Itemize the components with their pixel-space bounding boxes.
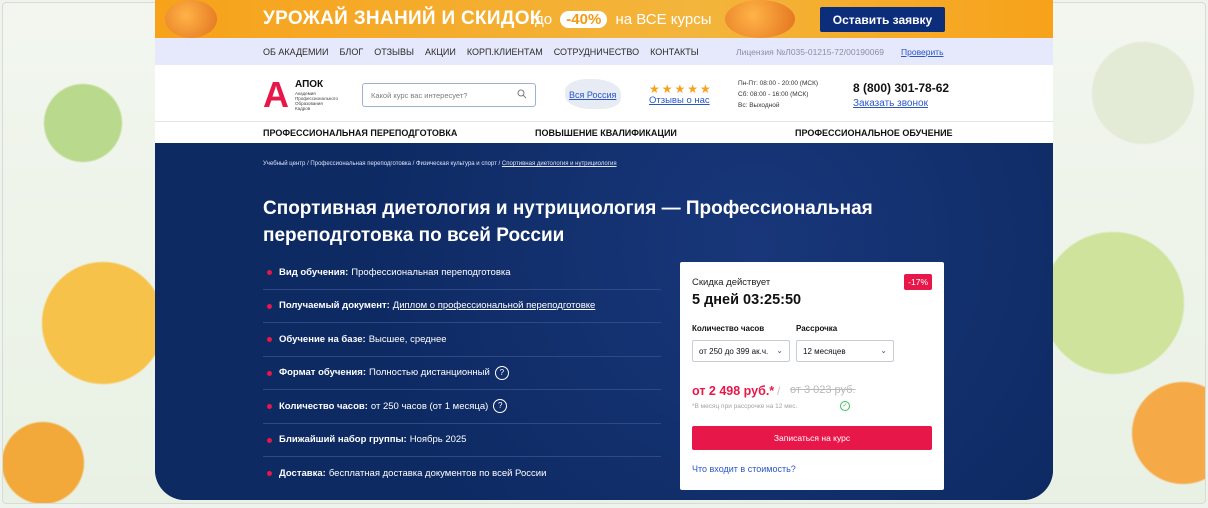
top-nav: ОБ АКАДЕМИИ БЛОГ ОТЗЫВЫ АКЦИИ КОРП.КЛИЕН… [155,38,1053,65]
feature-value: бесплатная доставка документов по всей Р… [328,468,547,480]
help-icon[interactable]: ? [494,365,509,380]
nav-blog[interactable]: БЛОГ [340,47,364,57]
feature-value: Ноябрь 2025 [409,434,467,446]
bullet-icon [267,370,272,376]
feature-item: Ближайший набор группы: Ноябрь 2025 [263,424,661,457]
promo-title: УРОЖАЙ ЗНАНИЙ И СКИДОК [263,8,542,29]
feature-label: Доставка: [279,468,326,480]
help-icon[interactable]: ? [493,399,508,414]
installment-label: Рассрочка [796,324,838,333]
pumpkin-right-icon [725,0,795,38]
installment-note: *В месяц при рассрочке на 12 мес. [692,403,798,410]
nav-about[interactable]: ОБ АКАДЕМИИ [263,47,329,57]
logo-subtitle: Академия Профессионального Образования К… [295,91,338,111]
leave-request-button[interactable]: Оставить заявку [820,7,945,32]
hero-section: Учебный центр / Профессиональная перепод… [155,143,1053,500]
region-link[interactable]: Вся Россия [569,90,616,100]
feature-label: Количество часов: [279,400,368,412]
feature-value: Высшее, среднее [368,333,447,345]
promo-suffix: на ВСЕ курсы [615,11,712,28]
promo-prefix: до [535,11,553,28]
old-price: от 3 023 руб. [790,384,856,396]
working-hours: Пн-Пт: 08:00 - 20:00 (МСК) Сб: 08:00 - 1… [738,78,818,111]
feature-item: Количество часов: от 250 часов (от 1 мес… [263,390,661,424]
check-icon: ✓ [840,401,850,411]
promo-discount-badge: -40% [560,11,608,28]
hours-label: Количество часов [692,324,765,333]
installment-select-value: 12 месяцев [803,347,846,356]
nav-corporate[interactable]: КОРП.КЛИЕНТАМ [467,47,543,57]
hours-saturday: Сб: 08:00 - 16:00 (МСК) [738,91,809,98]
nav-reviews[interactable]: ОТЗЫВЫ [374,47,414,57]
reviews-link[interactable]: Отзывы о нас [649,95,710,106]
chevron-down-icon: ⌄ [880,346,887,355]
feature-item: Вид обучения: Профессиональная переподго… [263,256,661,290]
diploma-link[interactable]: Диплом о профессиональной переподготовке [393,300,596,311]
feature-label: Ближайший набор группы: [279,434,407,446]
license-check-link[interactable]: Проверить [901,47,944,57]
nav-contacts[interactable]: КОНТАКТЫ [650,47,699,57]
rating-stars-icon: ★★★★★ [649,82,713,96]
bullet-icon [267,337,272,342]
bullet-icon [267,303,272,309]
search-input[interactable]: Какой курс вас интересует? [362,83,536,107]
feature-item: Доставка: бесплатная доставка документов… [263,457,661,491]
hours-sunday: Вс: Выходной [738,102,780,109]
logo-letter[interactable]: А [263,77,289,113]
course-features: Вид обучения: Профессиональная переподго… [263,256,661,491]
promo-banner[interactable]: УРОЖАЙ ЗНАНИЙ И СКИДОК до -40% на ВСЕ ку… [155,0,1053,38]
feature-item: Формат обучения: Полностью дистанционный… [263,357,661,390]
installment-select[interactable]: 12 месяцев ⌄ [796,340,894,362]
discount-badge: -17% [904,274,932,290]
price-separator: / [777,384,781,398]
discount-timer: 5 дней 03:25:50 [692,292,802,308]
feature-label: Обучение на базе: [279,333,366,345]
feature-label: Получаемый документ: [279,300,390,312]
category-menu: ПРОФЕССИОНАЛЬНАЯ ПЕРЕПОДГОТОВКА ПОВЫШЕНИ… [155,121,1053,143]
chevron-down-icon: ⌄ [776,346,783,355]
discount-label: Скидка действует [692,277,771,288]
hours-select[interactable]: от 250 до 399 ак.ч. ⌄ [692,340,790,362]
request-callback-link[interactable]: Заказать звонок [853,98,928,109]
nav-promotions[interactable]: АКЦИИ [425,47,456,57]
logo-name[interactable]: АПОК [295,79,323,90]
site-header: А АПОК Академия Профессионального Образо… [155,65,1053,121]
feature-value: Профессиональная переподготовка [351,266,511,278]
bullet-icon [267,404,272,409]
feature-value: от 250 часов (от 1 месяца) [370,400,489,412]
phone-number[interactable]: 8 (800) 301-78-62 [853,81,949,95]
hours-weekdays: Пн-Пт: 08:00 - 20:00 (МСК) [738,80,819,87]
page-title: Спортивная диетология и нутрициология — … [263,198,873,246]
feature-value: Полностью дистанционный [368,367,490,379]
bullet-icon [267,471,272,476]
breadcrumb-item[interactable]: Учебный центр [263,161,305,167]
menu-qualification[interactable]: ПОВЫШЕНИЕ КВАЛИФИКАЦИИ [535,128,677,138]
bullet-icon [267,437,272,443]
breadcrumb-item[interactable]: Физическая культура и спорт [416,161,497,167]
search-icon[interactable] [517,89,527,99]
feature-label: Вид обучения: [279,266,349,278]
license-text: Лицензия №Л035-01215-72/00190069 [736,47,884,57]
whats-included-link[interactable]: Что входит в стоимость? [692,464,796,474]
search-placeholder: Какой курс вас интересует? [371,91,468,100]
feature-item: Обучение на базе: Высшее, среднее [263,323,661,357]
feature-label: Формат обучения: [279,367,366,379]
menu-retraining[interactable]: ПРОФЕССИОНАЛЬНАЯ ПЕРЕПОДГОТОВКА [263,128,457,138]
breadcrumb-item[interactable]: Профессиональная переподготовка [310,161,411,167]
promo-subtitle: до -40% на ВСЕ курсы [535,11,711,28]
breadcrumb-current[interactable]: Спортивная диетология и нутрициология [502,161,617,167]
nav-cooperation[interactable]: СОТРУДНИЧЕСТВО [554,47,639,57]
enroll-button[interactable]: Записаться на курс [692,426,932,450]
page-card: УРОЖАЙ ЗНАНИЙ И СКИДОК до -40% на ВСЕ ку… [155,0,1053,500]
pricing-card: Скидка действует 5 дней 03:25:50 -17% Ко… [680,262,944,490]
current-price: от 2 498 руб.* [692,384,775,398]
feature-item: Получаемый документ: Диплом о профессион… [263,290,661,323]
bullet-icon [267,270,272,275]
pumpkin-left-icon [165,0,217,38]
menu-training[interactable]: ПРОФЕССИОНАЛЬНОЕ ОБУЧЕНИЕ [795,128,953,138]
hours-select-value: от 250 до 399 ак.ч. [699,347,769,356]
breadcrumb: Учебный центр / Профессиональная перепод… [263,161,617,167]
